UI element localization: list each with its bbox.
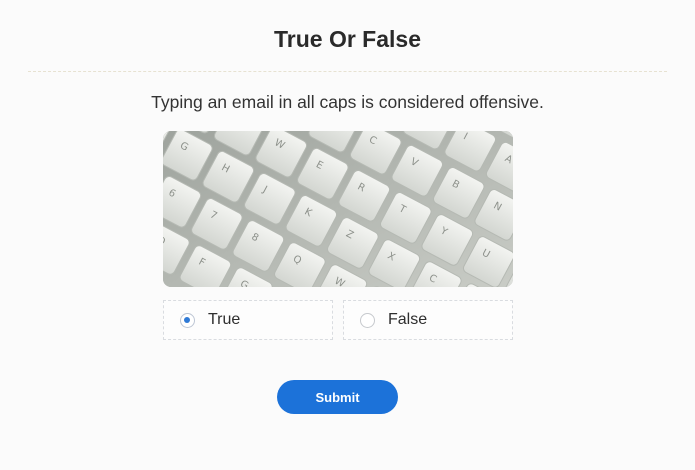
radio-true[interactable] (180, 312, 195, 328)
keyboard-image: QWERTYUIASDFGHJKZXCVBNM45678QWERTYUIASDF… (163, 131, 513, 287)
question-text: Typing an email in all caps is considere… (151, 92, 544, 112)
keyboard-photo-icon: QWERTYUIASDFGHJKZXCVBNM45678QWERTYUIASDF… (163, 131, 513, 287)
page-title: True Or False (273, 26, 421, 52)
quiz-page: True Or False Typing an email in all cap… (0, 0, 695, 470)
option-true[interactable]: True (163, 300, 333, 340)
submit-button[interactable]: Submit (277, 380, 398, 414)
title-divider (28, 71, 667, 72)
option-false-label: False (388, 311, 428, 328)
option-false[interactable]: False (343, 300, 513, 340)
radio-false[interactable] (360, 312, 375, 328)
option-true-label: True (208, 311, 241, 328)
